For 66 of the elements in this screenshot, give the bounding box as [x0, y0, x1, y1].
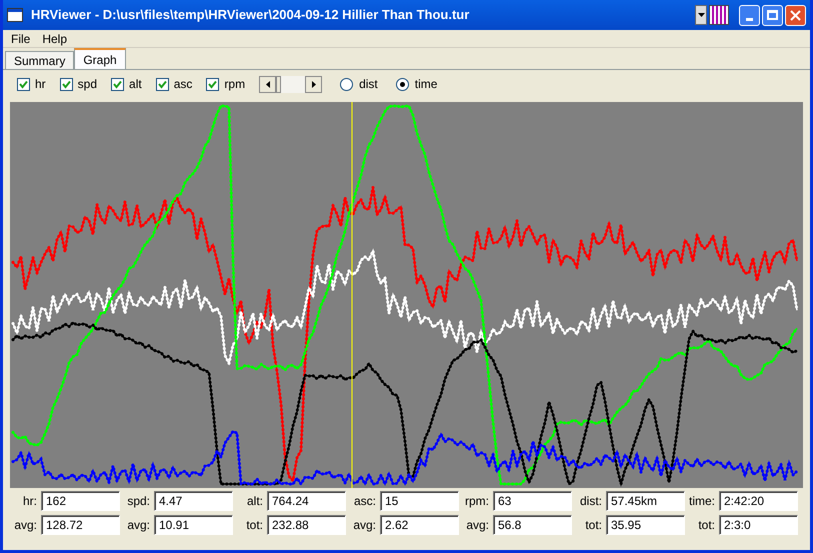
tab[interactable]: Summary — [5, 51, 74, 69]
checkbox[interactable] — [111, 78, 124, 90]
checkbox[interactable] — [60, 78, 73, 90]
close-button[interactable] — [785, 4, 806, 26]
scroll-left-button[interactable] — [259, 76, 276, 92]
checkmark-icon — [208, 80, 218, 88]
value-field[interactable]: 128.72 — [41, 515, 120, 535]
value-field[interactable]: 764.24 — [267, 491, 346, 511]
checkmark-icon — [62, 80, 71, 88]
checkbox-label: alt — [129, 76, 142, 93]
field-label: spd: — [126, 493, 151, 510]
caret-icon — [698, 13, 704, 17]
close-icon — [790, 10, 801, 20]
field-label: rpm: — [464, 493, 490, 510]
scrollbar[interactable] — [259, 76, 322, 92]
radio-label: dist — [359, 76, 378, 93]
field-label: avg: — [13, 517, 38, 534]
radio-button[interactable] — [396, 78, 409, 90]
field-label: tot: — [584, 517, 603, 534]
radio-button[interactable] — [340, 78, 354, 90]
field-label: avg: — [465, 517, 490, 534]
checkbox-label: spd — [78, 76, 98, 93]
field-label: tot: — [245, 517, 264, 534]
grid-icon[interactable] — [709, 5, 729, 25]
value-field[interactable]: 2.62 — [380, 515, 459, 535]
app-icon — [7, 8, 23, 22]
value-field[interactable]: 2:3:0 — [719, 515, 798, 535]
checkmark-icon — [113, 80, 122, 88]
value-field[interactable]: 63 — [493, 491, 572, 511]
value-field[interactable]: 4.47 — [154, 491, 233, 511]
field-label: hr: — [22, 493, 38, 510]
maximize-button[interactable] — [762, 4, 783, 26]
radio-label: time — [414, 76, 438, 93]
value-field[interactable]: 56.8 — [493, 515, 572, 535]
tab[interactable]: Graph — [74, 48, 126, 69]
value-field[interactable]: 35.95 — [606, 515, 685, 535]
checkbox[interactable] — [17, 78, 30, 90]
window-title: HRViewer - D:\usr\files\temp\HRViewer\2004-09-12 Hillier Than Thou.tur — [31, 6, 470, 24]
left-arrow-icon — [266, 80, 270, 88]
value-field[interactable]: 10.91 — [154, 515, 233, 535]
scroll-right-button[interactable] — [305, 76, 322, 92]
value-field[interactable]: 232.88 — [267, 515, 346, 535]
field-label: tot: — [697, 517, 716, 534]
checkbox-label: hr — [35, 76, 46, 93]
checkmark-icon — [19, 80, 28, 88]
checkbox[interactable] — [156, 78, 169, 90]
menu-button[interactable] — [695, 5, 707, 25]
checkbox-label: rpm — [224, 76, 246, 93]
field-label: alt: — [246, 493, 264, 510]
checkbox-label: asc — [174, 76, 192, 93]
field-label: avg: — [352, 517, 377, 534]
checkbox[interactable] — [206, 78, 220, 90]
field-label: dist: — [578, 493, 603, 510]
menu-item[interactable]: File — [11, 30, 30, 48]
field-label: avg: — [126, 517, 151, 534]
value-field[interactable]: 57.45km — [606, 491, 685, 511]
value-field[interactable]: 15 — [380, 491, 459, 511]
checkmark-icon — [158, 80, 167, 88]
right-arrow-icon — [312, 80, 316, 88]
field-label: asc: — [352, 493, 377, 510]
minimize-button[interactable] — [739, 4, 760, 26]
field-label: time: — [688, 493, 716, 510]
value-field[interactable]: 162 — [41, 491, 120, 511]
menu-item[interactable]: Help — [42, 30, 68, 48]
scroll-thumb[interactable] — [276, 76, 282, 92]
value-field[interactable]: 2:42:20 — [719, 491, 798, 511]
